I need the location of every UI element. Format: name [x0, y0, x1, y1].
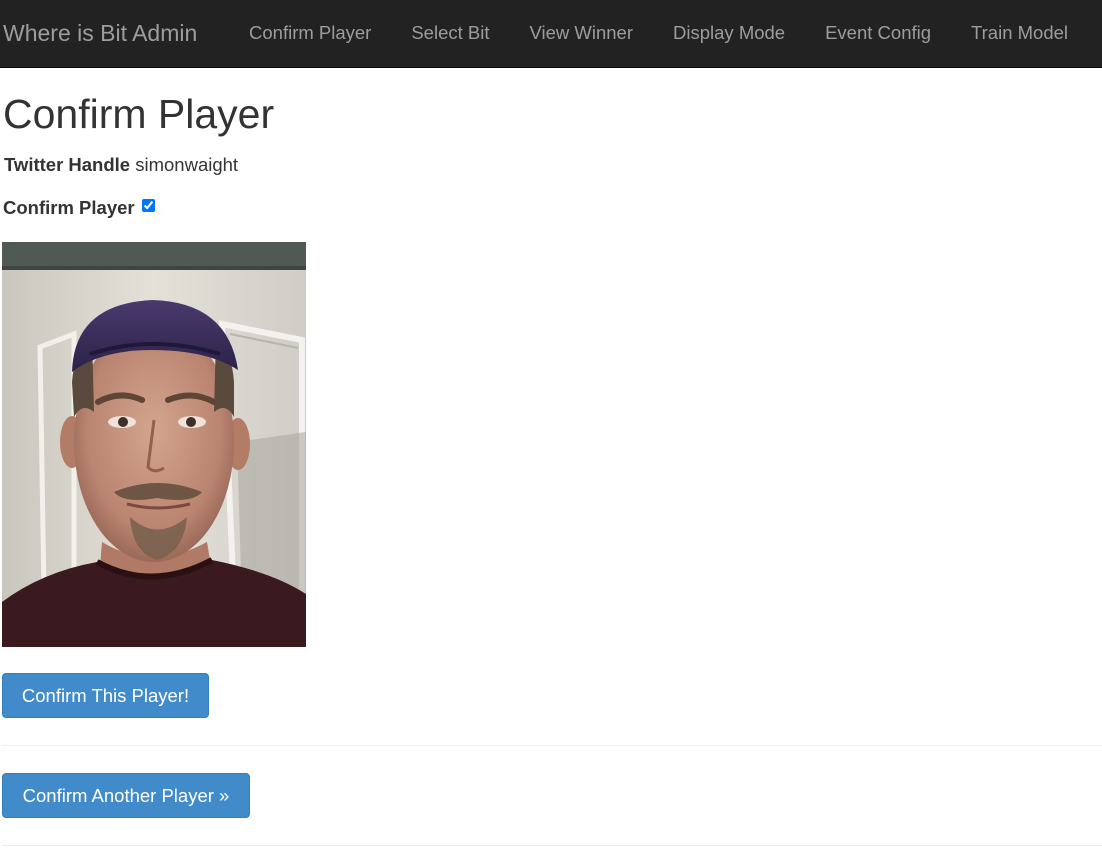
confirm-this-player-button[interactable]: Confirm This Player! — [2, 673, 209, 718]
player-photo — [2, 242, 306, 647]
nav-item-select-bit[interactable]: Select Bit — [391, 0, 509, 68]
nav-item-confirm-player[interactable]: Confirm Player — [229, 0, 391, 68]
twitter-handle-label: Twitter Handle — [4, 154, 131, 175]
page-title: Confirm Player — [3, 91, 275, 137]
nav-item-display-mode[interactable]: Display Mode — [653, 0, 805, 68]
confirm-player-label: Confirm Player — [3, 197, 135, 218]
divider — [2, 745, 1102, 746]
nav-links: Confirm Player Select Bit View Winner Di… — [229, 0, 1088, 68]
nav-item-train-model[interactable]: Train Model — [951, 0, 1088, 68]
divider — [2, 845, 1102, 846]
navbar-brand[interactable]: Where is Bit Admin — [3, 0, 197, 68]
confirm-another-player-button[interactable]: Confirm Another Player » — [2, 773, 250, 818]
twitter-handle-row: Twitter Handle simonwaight — [4, 153, 238, 177]
confirm-player-row: Confirm Player — [3, 196, 155, 220]
nav-item-view-winner[interactable]: View Winner — [510, 0, 654, 68]
player-photo-image — [2, 242, 306, 647]
twitter-handle-value: simonwaight — [135, 154, 239, 175]
navbar: Where is Bit Admin Confirm Player Select… — [0, 0, 1102, 68]
confirm-player-checkbox[interactable] — [141, 199, 155, 212]
nav-item-event-config[interactable]: Event Config — [805, 0, 951, 68]
